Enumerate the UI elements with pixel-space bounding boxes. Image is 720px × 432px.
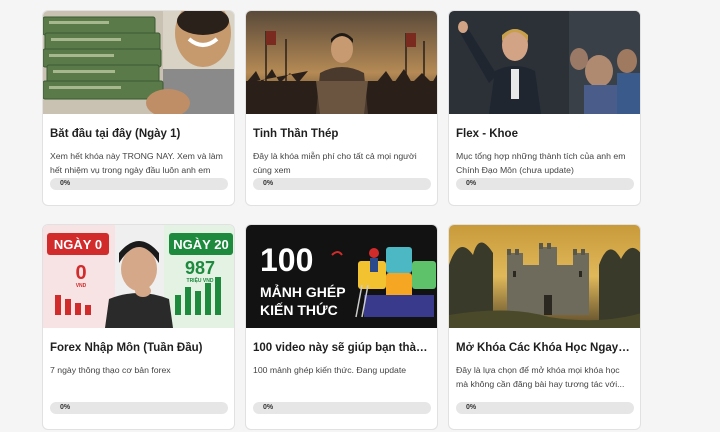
progress-bar: 0% bbox=[50, 402, 228, 414]
course-card[interactable]: 100 MẢNH GHÉP KIẾN THỨC 100 video này sẽ… bbox=[245, 224, 438, 430]
course-title[interactable]: Bắt đầu tại đây (Ngày 1) bbox=[50, 128, 226, 140]
course-thumbnail[interactable]: 100 MẢNH GHÉP KIẾN THỨC bbox=[246, 225, 437, 328]
course-description: Đây là lựa chọn để mở khóa mọi khóa học … bbox=[456, 365, 625, 389]
course-thumbnail[interactable] bbox=[246, 11, 437, 114]
thumb-line1: MẢNH GHÉP bbox=[260, 284, 346, 300]
course-title[interactable]: Forex Nhập Môn (Tuần Đầu) bbox=[50, 342, 226, 354]
thumb-right-value: 987 bbox=[185, 258, 215, 278]
progress-label: 0% bbox=[60, 404, 71, 411]
thumb-left-value: 0 bbox=[75, 262, 86, 284]
course-title[interactable]: 100 video này sẽ giúp bạn thành b... bbox=[253, 342, 429, 354]
progress-bar: 0% bbox=[456, 178, 634, 190]
course-title[interactable]: Flex - Khoe bbox=[456, 128, 632, 140]
course-description: 7 ngày thông thạo cơ bản forex bbox=[50, 365, 171, 375]
course-grid: Bắt đầu tại đây (Ngày 1) Xem hết khóa nà… bbox=[42, 10, 642, 432]
progress-label: 0% bbox=[263, 404, 274, 411]
thumb-right-unit: TRIỆU VND bbox=[187, 276, 214, 284]
progress-label: 0% bbox=[466, 180, 477, 187]
course-description: Mục tổng hợp những thành tích của anh em… bbox=[456, 151, 626, 175]
course-thumbnail[interactable] bbox=[449, 225, 640, 328]
progress-bar: 0% bbox=[253, 402, 431, 414]
progress-label: 0% bbox=[466, 404, 477, 411]
course-description: Xem hết khóa này TRONG NAY. Xem và làm h… bbox=[50, 151, 223, 175]
thumb-left-unit: VND bbox=[76, 283, 87, 289]
progress-bar: 0% bbox=[253, 178, 431, 190]
course-description: Đây là khóa miễn phí cho tất cả mọi ngườ… bbox=[253, 151, 417, 175]
progress-bar: 0% bbox=[50, 178, 228, 190]
course-thumbnail[interactable] bbox=[449, 11, 640, 114]
thumb-left-day: NGÀY 0 bbox=[54, 237, 102, 252]
thumb-number: 100 bbox=[260, 242, 313, 278]
course-thumbnail[interactable]: NGÀY 0 0 VND NGÀY 20 987 TRIỆU VND bbox=[43, 225, 234, 328]
course-title[interactable]: Mở Khóa Các Khóa Học Ngay Lập ... bbox=[456, 342, 632, 354]
course-card[interactable]: NGÀY 0 0 VND NGÀY 20 987 TRIỆU VND Forex… bbox=[42, 224, 235, 430]
course-description: 100 mảnh ghép kiến thức. Đang update bbox=[253, 365, 407, 375]
thumb-line2: KIẾN THỨC bbox=[260, 301, 338, 318]
progress-label: 0% bbox=[60, 180, 71, 187]
progress-label: 0% bbox=[263, 180, 274, 187]
course-thumbnail[interactable] bbox=[43, 11, 234, 114]
course-card[interactable]: Bắt đầu tại đây (Ngày 1) Xem hết khóa nà… bbox=[42, 10, 235, 206]
progress-bar: 0% bbox=[456, 402, 634, 414]
course-card[interactable]: Mở Khóa Các Khóa Học Ngay Lập ... Đây là… bbox=[448, 224, 641, 430]
course-card[interactable]: Flex - Khoe Mục tổng hợp những thành tíc… bbox=[448, 10, 641, 206]
course-title[interactable]: Tinh Thần Thép bbox=[253, 128, 429, 140]
thumb-right-day: NGÀY 20 bbox=[173, 237, 228, 252]
course-card[interactable]: Tinh Thần Thép Đây là khóa miễn phí cho … bbox=[245, 10, 438, 206]
